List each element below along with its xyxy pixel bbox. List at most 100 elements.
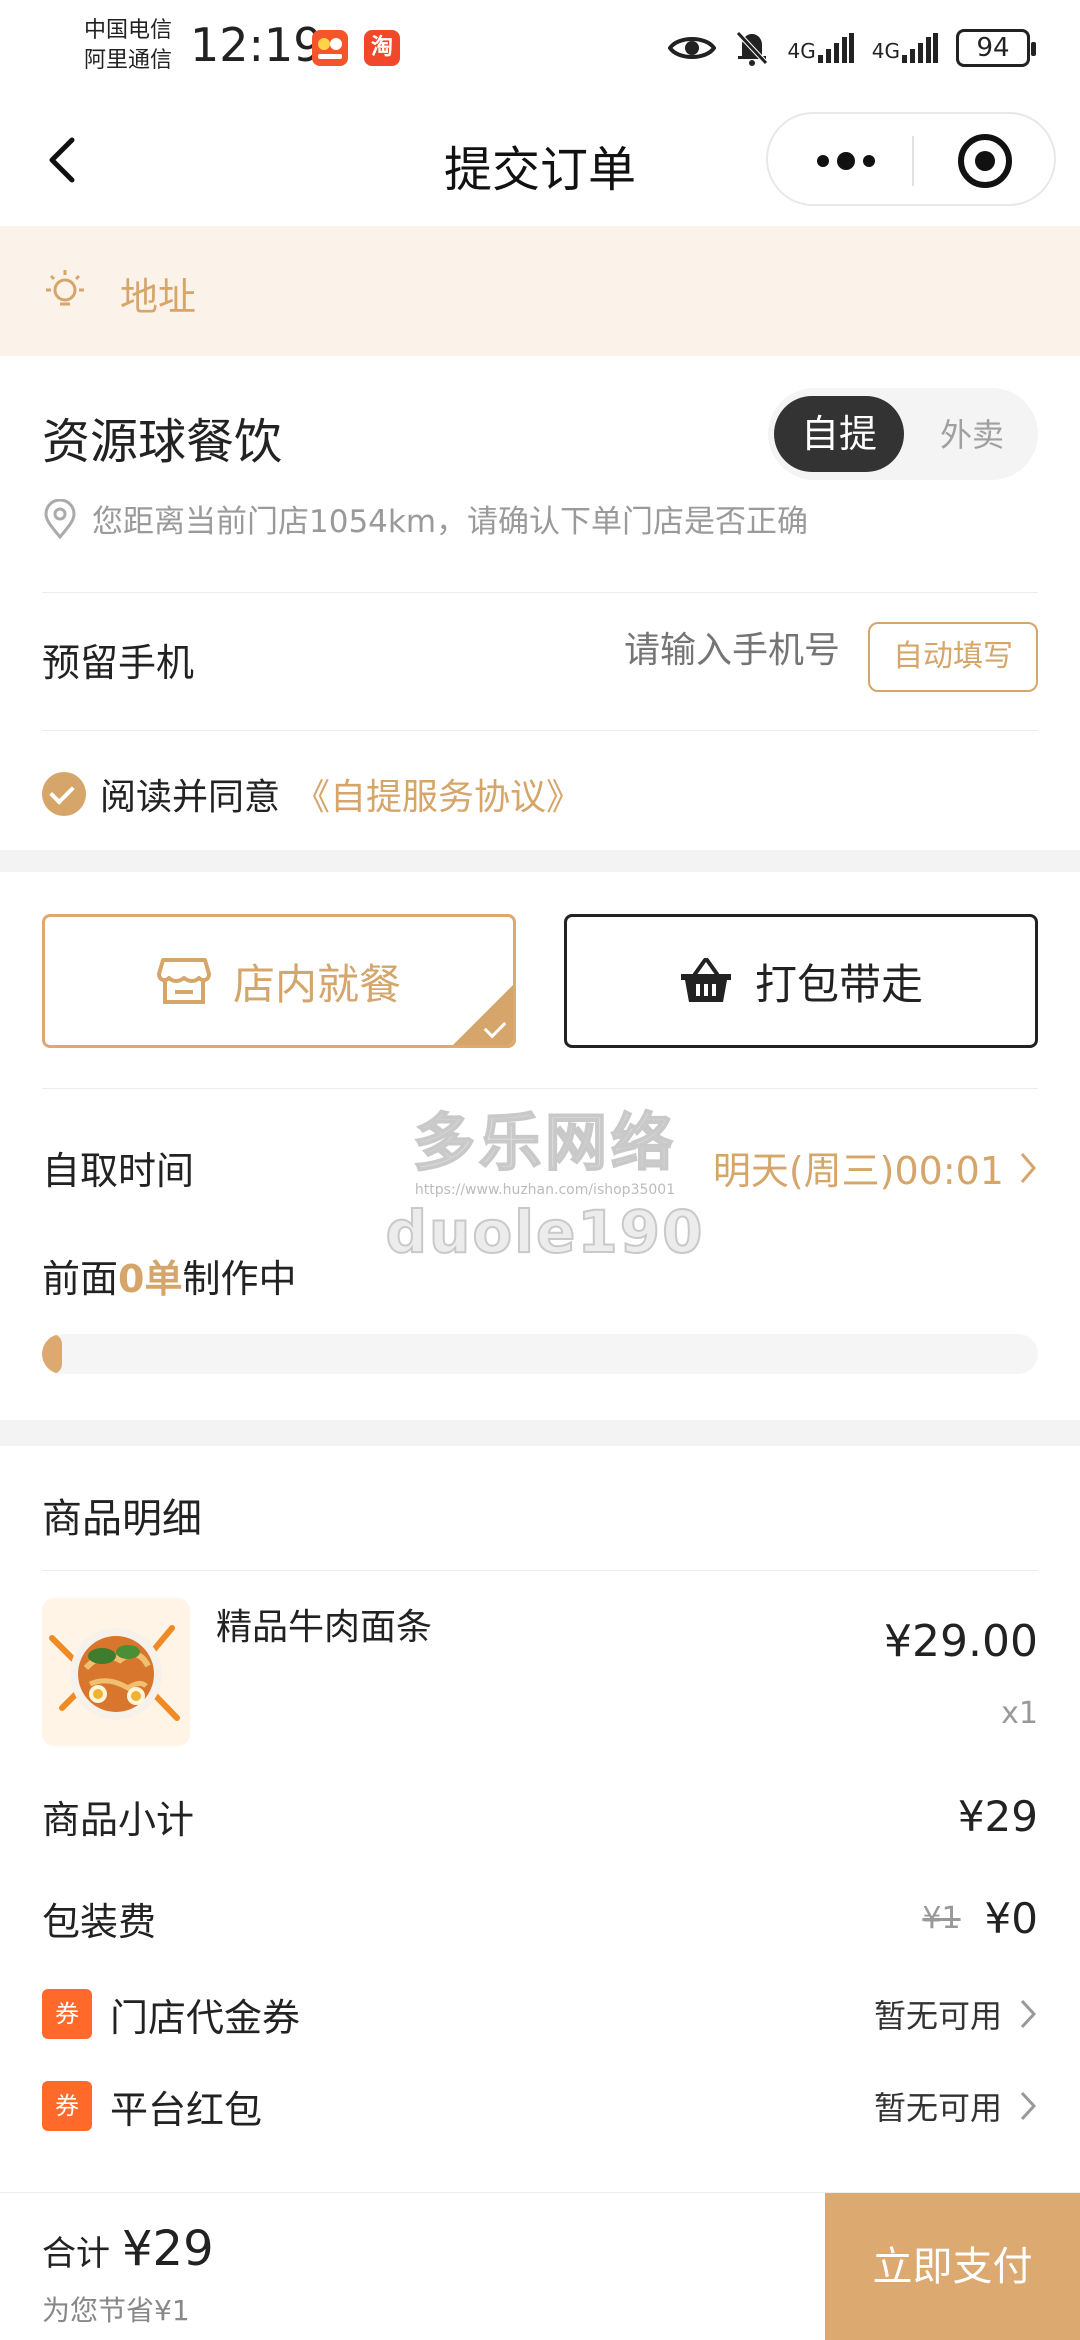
platform-redpacket-label: 平台红包 — [110, 2087, 263, 2132]
nav-bar: 提交订单 — [0, 100, 1080, 226]
more-button[interactable] — [796, 134, 896, 188]
queue-status: 前面0单制作中 — [42, 1248, 296, 1303]
store-icon — [156, 958, 211, 1004]
battery-indicator: 94 — [956, 29, 1036, 67]
pickup-time-selector[interactable]: 明天(周三)00:01 — [713, 1140, 1038, 1195]
pickup-time-label: 自取时间 — [42, 1149, 195, 1193]
coupon-badge-icon: 券 — [42, 2081, 92, 2131]
status-bar: 中国电信 阿里通信 12:19 淘 4G 4G 94 — [0, 0, 1080, 100]
mute-bell-icon — [735, 31, 768, 66]
store-card: 资源球餐饮 自提 外卖 您距离当前门店1054km，请确认下单门店是否正确 预留… — [0, 356, 1080, 850]
coupon-badge-icon: 券 — [42, 1989, 92, 2039]
product-image — [42, 1598, 190, 1746]
more-dot-icon — [817, 155, 829, 167]
dine-in-option[interactable]: 店内就餐 — [42, 914, 516, 1048]
eye-icon — [667, 37, 716, 59]
more-dot-icon — [863, 155, 875, 167]
platform-redpacket-row[interactable]: 券 平台红包 暂无可用 — [42, 2076, 1038, 2136]
agree-checkbox[interactable] — [42, 772, 86, 816]
divider — [42, 1088, 1038, 1089]
product-name: 精品牛肉面条 — [216, 1607, 433, 1648]
packing-fee-values: ¥1 ¥0 — [922, 1894, 1038, 1943]
taobao-app-icon: 淘 — [364, 30, 400, 66]
status-icons: 4G 4G 94 — [667, 24, 1036, 72]
takeaway-option[interactable]: 打包带走 — [564, 914, 1038, 1048]
packing-fee-original: ¥1 — [922, 1900, 961, 1936]
location-pin-icon — [44, 498, 76, 539]
platform-redpacket-status: 暂无可用 — [873, 2089, 1002, 2127]
signal-2-icon: 4G — [872, 33, 938, 63]
platform-redpacket-label-group: 券 平台红包 — [42, 2079, 262, 2134]
mode-pickup[interactable]: 自提 — [774, 396, 904, 472]
queue-progress-fill — [42, 1334, 62, 1374]
goods-card: 商品明细 精品牛肉面条 ¥29.00 x1 商品小计 ¥29 包装费 ¥1 ¥0… — [0, 1446, 1080, 2206]
mode-delivery[interactable]: 外卖 — [940, 410, 1004, 456]
store-name: 资源球餐饮 — [42, 414, 283, 470]
total-label: 合计 — [42, 2234, 110, 2274]
pickup-time-value: 明天(周三)00:01 — [712, 1149, 1004, 1193]
pay-now-button[interactable]: 立即支付 — [825, 2193, 1080, 2340]
queue-prefix: 前面 — [42, 1257, 119, 1301]
chevron-right-icon — [1020, 1999, 1037, 2029]
savings-note: 为您节省¥1 — [42, 2294, 190, 2327]
watermark-url: https://www.huzhan.com/ishop35001 — [414, 1182, 676, 1198]
distance-note: 您距离当前门店1054km，请确认下单门店是否正确 — [92, 504, 809, 540]
store-voucher-label: 门店代金券 — [110, 1995, 301, 2040]
platform-redpacket-status-group: 暂无可用 — [874, 2083, 1038, 2129]
divider — [42, 730, 1038, 731]
capsule-divider — [912, 136, 914, 186]
carrier-info: 中国电信 阿里通信 — [84, 16, 172, 76]
address-banner[interactable]: 地址 — [0, 226, 1080, 356]
subtotal-row: 商品小计 ¥29 — [42, 1786, 1038, 1846]
divider — [42, 1570, 1038, 1571]
packing-fee-label: 包装费 — [42, 1899, 157, 1944]
subtotal-label: 商品小计 — [42, 1797, 195, 1842]
carrier-2: 阿里通信 — [84, 48, 173, 73]
network-type-2: 4G — [871, 39, 900, 63]
checkout-bar: 合计 ¥29 为您节省¥1 立即支付 — [0, 2192, 1080, 2340]
network-type-1: 4G — [787, 39, 816, 63]
total-group: 合计 ¥29 — [42, 2221, 214, 2277]
address-label: 地址 — [120, 275, 197, 319]
autofill-button[interactable]: 自动填写 — [868, 622, 1038, 692]
store-voucher-status: 暂无可用 — [873, 1997, 1002, 2035]
order-page: 中国电信 阿里通信 12:19 淘 4G 4G 94 提交订单 地址 资源球餐饮… — [0, 0, 1080, 2340]
miniprogram-capsule — [766, 112, 1056, 206]
subtotal-value: ¥29 — [957, 1791, 1038, 1841]
agreement-prefix: 阅读并同意 — [100, 777, 281, 818]
signal-1-icon: 4G — [788, 33, 854, 63]
packing-fee-value: ¥0 — [984, 1893, 1038, 1943]
watermark-brand: duole190 — [385, 1197, 705, 1267]
queue-count: 0单 — [118, 1257, 183, 1301]
distance-note-row: 您距离当前门店1054km，请确认下单门店是否正确 — [42, 496, 808, 541]
total-amount: ¥29 — [122, 2221, 214, 2277]
watermark-title: 多乐网络 — [412, 1105, 677, 1180]
chevron-right-icon — [1020, 2091, 1037, 2121]
queue-suffix: 制作中 — [182, 1257, 297, 1301]
app-notification-icon — [312, 30, 348, 66]
phone-label: 预留手机 — [42, 641, 195, 685]
shopping-basket-icon — [680, 958, 731, 1002]
close-miniprogram-button[interactable] — [958, 134, 1012, 188]
carrier-1: 中国电信 — [84, 18, 173, 43]
divider — [42, 592, 1038, 593]
store-voucher-label-group: 券 门店代金券 — [42, 1987, 300, 2042]
selected-corner — [453, 985, 513, 1045]
takeaway-label: 打包带走 — [754, 959, 923, 1009]
clock: 12:19 — [190, 18, 323, 72]
packing-fee-row: 包装费 ¥1 ¥0 — [42, 1888, 1038, 1948]
agreement-row: 阅读并同意 《自提服务协议》 — [42, 768, 582, 820]
product-quantity: x1 — [1001, 1696, 1038, 1731]
store-voucher-status-group: 暂无可用 — [874, 1991, 1038, 2037]
agreement-link[interactable]: 《自提服务协议》 — [294, 768, 582, 820]
goods-section-title: 商品明细 — [42, 1496, 202, 1542]
dine-in-label: 店内就餐 — [232, 959, 401, 1009]
product-price: ¥29.00 — [884, 1616, 1038, 1667]
phone-input[interactable] — [540, 630, 840, 671]
watermark: 多乐网络 https://www.huzhan.com/ishop35001 d… — [380, 1092, 710, 1267]
delivery-mode-toggle: 自提 外卖 — [768, 388, 1038, 480]
store-voucher-row[interactable]: 券 门店代金券 暂无可用 — [42, 1984, 1038, 2044]
queue-progress-bar — [42, 1334, 1038, 1374]
lightbulb-icon — [46, 270, 84, 306]
chevron-right-icon — [1020, 1152, 1036, 1183]
